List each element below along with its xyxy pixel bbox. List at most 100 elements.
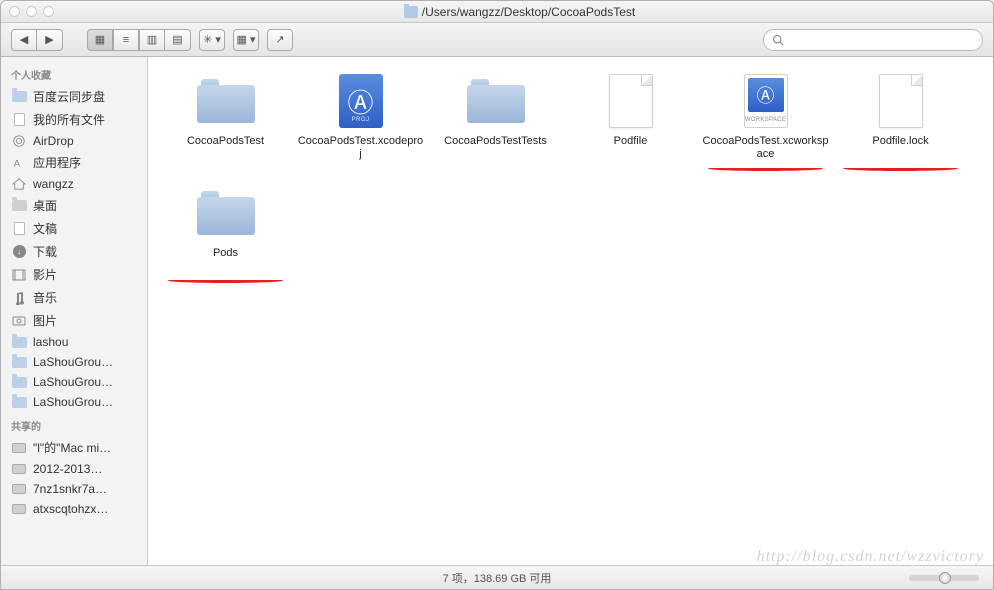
airdrop-icon — [11, 134, 27, 148]
sidebar-item-label: 桌面 — [33, 197, 57, 214]
action-button[interactable]: ✳︎ ▾ — [199, 29, 225, 51]
music-icon — [11, 291, 27, 305]
view-mode-buttons: ▦ ≡ ▥ ▤ — [87, 29, 191, 51]
sidebar-item[interactable]: wangzz — [1, 174, 147, 194]
folder-icon — [197, 191, 255, 235]
sidebar-item[interactable]: LaShouGrou… — [1, 352, 147, 372]
list-view-button[interactable]: ≡ — [113, 29, 139, 51]
sidebar-item[interactable]: 桌面 — [1, 194, 147, 217]
sidebar-item[interactable]: 2012-2013… — [1, 459, 147, 479]
sidebar-item[interactable]: 百度云同步盘 — [1, 85, 147, 108]
folder-icon — [11, 395, 27, 409]
sidebar-item-label: 7nz1snkr7a… — [33, 482, 107, 496]
file-area[interactable]: CocoaPodsTest ⒶPROJ CocoaPodsTest.xcodepro… — [148, 57, 993, 565]
svg-text:A: A — [14, 158, 21, 169]
file-name-label: CocoaPodsTestTests — [440, 135, 551, 161]
minimize-window-button[interactable] — [26, 6, 37, 17]
sidebar-item-label: 图片 — [33, 312, 57, 329]
sidebar-item[interactable]: 文稿 — [1, 217, 147, 240]
close-window-button[interactable] — [9, 6, 20, 17]
photo-icon — [11, 314, 27, 328]
sidebar-item[interactable]: 图片 — [1, 309, 147, 332]
file-item[interactable]: CocoaPodsTest — [158, 73, 293, 161]
window-controls — [9, 6, 54, 17]
finder-window: /Users/wangzz/Desktop/CocoaPodsTest ◀ ▶ … — [0, 0, 994, 590]
sidebar-item[interactable]: ↓下载 — [1, 240, 147, 263]
titlebar: /Users/wangzz/Desktop/CocoaPodsTest — [1, 1, 993, 23]
file-name-label: Podfile.lock — [868, 135, 932, 161]
sidebar-item[interactable]: A 应用程序 — [1, 151, 147, 174]
sidebar-item-label: atxscqtohzx… — [33, 502, 108, 516]
forward-button[interactable]: ▶ — [37, 29, 63, 51]
file-name-label: CocoaPodsTest.xcodeproj — [293, 135, 428, 161]
window-body: 个人收藏 百度云同步盘我的所有文件AirDropA应用程序wangzz桌面文稿↓… — [1, 57, 993, 565]
folder-icon — [11, 335, 27, 349]
sidebar-item[interactable]: lashou — [1, 332, 147, 352]
file-item[interactable]: Pods — [158, 185, 293, 273]
download-icon: ↓ — [11, 245, 27, 259]
sidebar-item-label: 2012-2013… — [33, 462, 102, 476]
file-item[interactable]: Podfile — [563, 73, 698, 161]
sidebar-item-label: 百度云同步盘 — [33, 88, 105, 105]
column-view-button[interactable]: ▥ — [139, 29, 165, 51]
file-name-label: CocoaPodsTest.xcworkspace — [698, 135, 833, 161]
file-item[interactable]: Podfile.lock — [833, 73, 968, 161]
file-name-label: CocoaPodsTest — [183, 135, 268, 161]
share-button[interactable]: ↗ — [267, 29, 293, 51]
doc-icon — [11, 222, 27, 236]
search-icon — [772, 34, 784, 46]
sidebar-item-label: 音乐 — [33, 289, 57, 306]
workspace-icon: ⒶWORKSPACE — [744, 74, 788, 128]
file-item[interactable]: ⒶWORKSPACE CocoaPodsTest.xcworkspace — [698, 73, 833, 161]
disk-icon — [11, 462, 27, 476]
xcodeproj-icon: ⒶPROJ — [339, 74, 383, 128]
file-item[interactable]: ⒶPROJ CocoaPodsTest.xcodeproj — [293, 73, 428, 161]
sidebar-item[interactable]: 影片 — [1, 263, 147, 286]
zoom-window-button[interactable] — [43, 6, 54, 17]
file-name-label: Podfile — [610, 135, 652, 161]
sidebar-item[interactable]: 我的所有文件 — [1, 108, 147, 131]
sidebar-item-label: 应用程序 — [33, 154, 81, 171]
annotation-underline — [168, 278, 283, 283]
folder-icon — [197, 79, 255, 123]
status-bar: 7 项，138.69 GB 可用 — [1, 565, 993, 589]
zoom-slider[interactable] — [909, 575, 979, 581]
annotation-underline — [843, 166, 958, 171]
doc-icon — [11, 113, 27, 127]
coverflow-view-button[interactable]: ▤ — [165, 29, 191, 51]
sidebar-item-label: LaShouGrou… — [33, 375, 113, 389]
folder-icon — [467, 79, 525, 123]
sidebar-item[interactable]: "l"的"Mac mi… — [1, 436, 147, 459]
arrange-button[interactable]: ▦ ▾ — [233, 29, 259, 51]
sidebar-item[interactable]: 7nz1snkr7a… — [1, 479, 147, 499]
sidebar-item[interactable]: atxscqtohzx… — [1, 499, 147, 519]
sidebar-item-label: "l"的"Mac mi… — [33, 439, 111, 456]
zoom-knob[interactable] — [939, 572, 951, 584]
window-title: /Users/wangzz/Desktop/CocoaPodsTest — [54, 5, 985, 19]
sidebar-item-label: 影片 — [33, 266, 57, 283]
search-input[interactable] — [788, 34, 974, 46]
sidebar-item-label: AirDrop — [33, 134, 74, 148]
sidebar-item[interactable]: AirDrop — [1, 131, 147, 151]
sidebar-item-label: wangzz — [33, 177, 74, 191]
annotation-underline — [708, 166, 823, 171]
icon-view-button[interactable]: ▦ — [87, 29, 113, 51]
back-button[interactable]: ◀ — [11, 29, 37, 51]
folder-icon — [11, 90, 27, 104]
search-field[interactable] — [763, 29, 983, 51]
folder-icon — [404, 6, 418, 18]
sidebar-item[interactable]: LaShouGrou… — [1, 372, 147, 392]
disk-icon — [11, 482, 27, 496]
sidebar-item[interactable]: 音乐 — [1, 286, 147, 309]
sidebar-item-label: 我的所有文件 — [33, 111, 105, 128]
home-icon — [11, 177, 27, 191]
folder-icon — [11, 375, 27, 389]
file-item[interactable]: CocoaPodsTestTests — [428, 73, 563, 161]
sidebar-item-label: LaShouGrou… — [33, 395, 113, 409]
disk-icon — [11, 502, 27, 516]
sidebar-item[interactable]: LaShouGrou… — [1, 392, 147, 412]
sidebar-item-label: LaShouGrou… — [33, 355, 113, 369]
toolbar: ◀ ▶ ▦ ≡ ▥ ▤ ✳︎ ▾ ▦ ▾ ↗ — [1, 23, 993, 57]
movie-icon — [11, 268, 27, 282]
disk-icon — [11, 441, 27, 455]
